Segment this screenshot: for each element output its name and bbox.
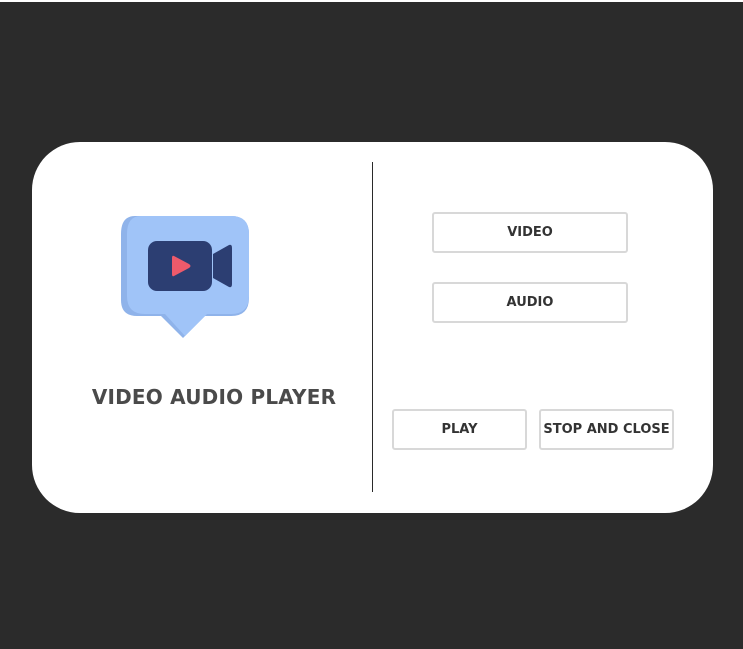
play-button[interactable]: PLAY — [392, 409, 527, 450]
window-top-edge — [0, 0, 743, 2]
video-camera-chat-bubble-icon — [121, 214, 251, 340]
player-card: VIDEO AUDIO PLAYER VIDEO AUDIO PLAY STOP… — [32, 142, 713, 513]
app-title: VIDEO AUDIO PLAYER — [91, 385, 337, 409]
stop-and-close-button[interactable]: STOP AND CLOSE — [539, 409, 674, 450]
audio-button[interactable]: AUDIO — [432, 282, 628, 323]
video-button[interactable]: VIDEO — [432, 212, 628, 253]
vertical-divider — [372, 162, 373, 492]
